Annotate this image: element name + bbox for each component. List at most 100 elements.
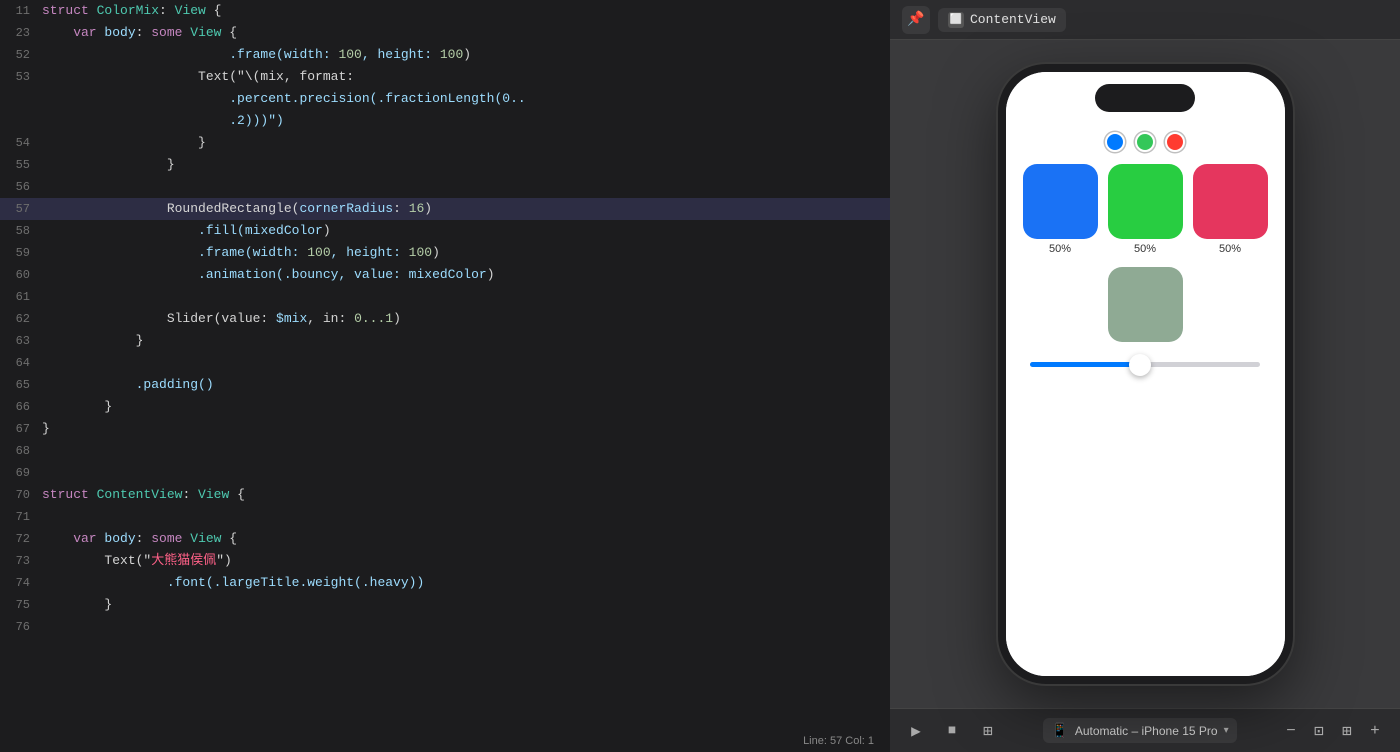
line-content: .font(.largeTitle.weight(.heavy))	[42, 572, 878, 594]
blue-circle	[1105, 132, 1125, 152]
table-row: .percent.precision(.fractionLength(0..	[0, 88, 890, 110]
bottom-left-icons: ▶ ⏹ ⊞	[902, 717, 1002, 745]
slider-thumb[interactable]	[1129, 354, 1151, 376]
line-content: .frame(width: 100, height: 100)	[42, 44, 878, 66]
table-row: 70struct ContentView: View {	[0, 484, 890, 506]
line-number: 67	[0, 418, 42, 440]
zoom-controls: − ⊡ ⊞ +	[1278, 718, 1388, 744]
table-row: 61	[0, 286, 890, 308]
device-selector[interactable]: 📱 Automatic – iPhone 15 Pro ▾	[1043, 718, 1236, 743]
line-content: .frame(width: 100, height: 100)	[42, 242, 878, 264]
line-content: }	[42, 594, 878, 616]
table-row: 69	[0, 462, 890, 484]
line-content: struct ContentView: View {	[42, 484, 878, 506]
line-content: .padding()	[42, 374, 878, 396]
line-number: 55	[0, 154, 42, 176]
slider-row[interactable]	[1030, 362, 1260, 367]
green-box	[1108, 164, 1183, 239]
line-number: 54	[0, 132, 42, 154]
line-number: 65	[0, 374, 42, 396]
table-row: 11struct ColorMix: View {	[0, 0, 890, 22]
line-number: 59	[0, 242, 42, 264]
phone-frame: 50% 50% 50%	[998, 64, 1293, 684]
line-number: 69	[0, 462, 42, 484]
code-editor[interactable]: 11struct ColorMix: View {23 var body: so…	[0, 0, 890, 752]
preview-tab-label: ContentView	[970, 12, 1056, 27]
zoom-fit-button[interactable]: ⊞	[1334, 718, 1360, 744]
line-number: 58	[0, 220, 42, 242]
table-row: 56	[0, 176, 890, 198]
zoom-actual-button[interactable]: ⊡	[1306, 718, 1332, 744]
line-number: 62	[0, 308, 42, 330]
line-number: 73	[0, 550, 42, 572]
run-button[interactable]: ▶	[902, 717, 930, 745]
grid-button[interactable]: ⊞	[974, 717, 1002, 745]
red-box-wrapper: 50%	[1193, 164, 1268, 255]
line-number: 60	[0, 264, 42, 286]
table-row: 64	[0, 352, 890, 374]
table-row: 67}	[0, 418, 890, 440]
line-number: 11	[0, 0, 42, 22]
line-number: 52	[0, 44, 42, 66]
color-circles-row	[1105, 132, 1185, 152]
table-row: .2)))")	[0, 110, 890, 132]
line-number: 56	[0, 176, 42, 198]
line-content: RoundedRectangle(cornerRadius: 16)	[42, 198, 878, 220]
preview-panel: 📌 ⬜ ContentView 50%	[890, 0, 1400, 752]
slider-fill	[1030, 362, 1140, 367]
line-content: }	[42, 418, 878, 440]
table-row: 63 }	[0, 330, 890, 352]
table-row: 72 var body: some View {	[0, 528, 890, 550]
slider-track[interactable]	[1030, 362, 1260, 367]
line-number: 66	[0, 396, 42, 418]
line-content: }	[42, 330, 878, 352]
line-content: .2)))")	[42, 110, 878, 132]
preview-tab-icon: ⬜	[948, 12, 964, 28]
zoom-in-button[interactable]: +	[1362, 718, 1388, 744]
table-row: 59 .frame(width: 100, height: 100)	[0, 242, 890, 264]
table-row: 23 var body: some View {	[0, 22, 890, 44]
line-content: var body: some View {	[42, 528, 878, 550]
zoom-out-button[interactable]: −	[1278, 718, 1304, 744]
line-content: Text("\(mix, format:	[42, 66, 878, 88]
pin-button[interactable]: 📌	[902, 6, 930, 34]
preview-bottombar: ▶ ⏹ ⊞ 📱 Automatic – iPhone 15 Pro ▾ − ⊡ …	[890, 708, 1400, 752]
table-row: 55 }	[0, 154, 890, 176]
line-number: 74	[0, 572, 42, 594]
mixed-box-row	[1108, 267, 1183, 342]
table-row: 66 }	[0, 396, 890, 418]
line-number: 53	[0, 66, 42, 88]
preview-tab[interactable]: ⬜ ContentView	[938, 8, 1066, 32]
table-row: 62 Slider(value: $mix, in: 0...1)	[0, 308, 890, 330]
blue-box	[1023, 164, 1098, 239]
table-row: 53 Text("\(mix, format:	[0, 66, 890, 88]
color-boxes-row: 50% 50% 50%	[1023, 164, 1268, 255]
table-row: 60 .animation(.bouncy, value: mixedColor…	[0, 264, 890, 286]
line-number: 76	[0, 616, 42, 638]
line-number: 75	[0, 594, 42, 616]
phone-screen: 50% 50% 50%	[1006, 72, 1285, 676]
line-content: struct ColorMix: View {	[42, 0, 878, 22]
line-content: Slider(value: $mix, in: 0...1)	[42, 308, 878, 330]
stop-button[interactable]: ⏹	[938, 717, 966, 745]
line-content: .fill(mixedColor)	[42, 220, 878, 242]
chevron-down-icon: ▾	[1224, 725, 1229, 736]
green-box-label: 50%	[1134, 243, 1156, 255]
table-row: 68	[0, 440, 890, 462]
table-row: 71	[0, 506, 890, 528]
table-row: 54 }	[0, 132, 890, 154]
device-label: Automatic – iPhone 15 Pro	[1075, 724, 1218, 738]
line-content: var body: some View {	[42, 22, 878, 44]
line-number: 70	[0, 484, 42, 506]
line-number: 63	[0, 330, 42, 352]
table-row: 75 }	[0, 594, 890, 616]
blue-box-wrapper: 50%	[1023, 164, 1098, 255]
blue-box-label: 50%	[1049, 243, 1071, 255]
line-content: }	[42, 132, 878, 154]
line-number: 61	[0, 286, 42, 308]
code-lines: 11struct ColorMix: View {23 var body: so…	[0, 0, 890, 638]
status-bar: Line: 57 Col: 1	[0, 730, 890, 752]
line-content: }	[42, 396, 878, 418]
line-content: .animation(.bouncy, value: mixedColor)	[42, 264, 878, 286]
red-box	[1193, 164, 1268, 239]
